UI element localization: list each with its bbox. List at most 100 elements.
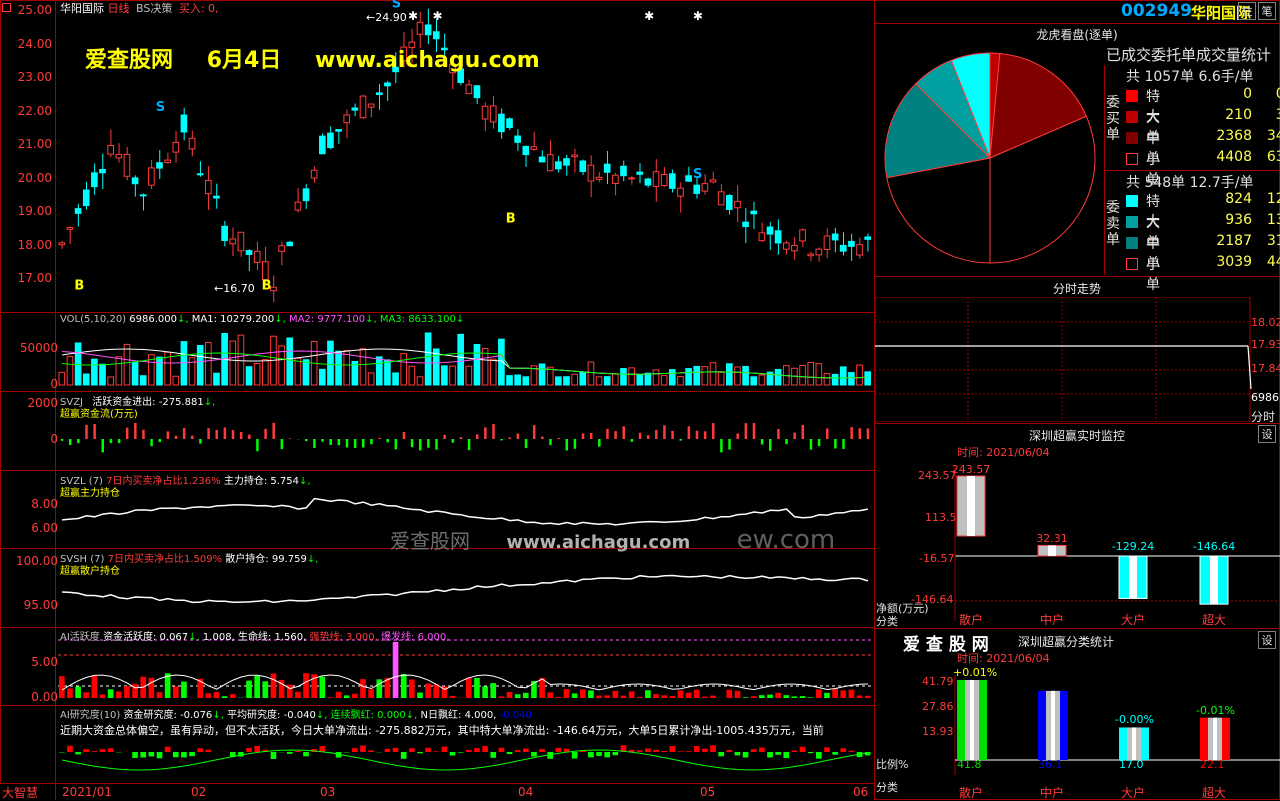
order-row-value: 824 [1188, 191, 1252, 207]
star-marker: ✱ [644, 9, 654, 23]
ai-research-bar [523, 749, 529, 752]
ai-bar [702, 697, 708, 698]
ai-bar [92, 676, 98, 698]
ai-research-bar [108, 748, 114, 752]
ai-axis-zero: 0.00 [2, 690, 58, 704]
ai-bar [629, 691, 635, 698]
classify-settings-button[interactable]: 设 [1258, 631, 1276, 649]
buy-signal: B [506, 211, 516, 226]
candle-body [181, 115, 187, 132]
intraday-axis-1: 18.02 [1251, 316, 1280, 329]
ai-research-bar [83, 749, 89, 752]
svzj-axis-zero: 0 [2, 432, 58, 446]
volume-bar [385, 360, 391, 385]
volume-bar [108, 377, 114, 385]
ai-research-bar [157, 752, 163, 758]
candle-body [547, 155, 553, 171]
monitor-bar-value: -146.64 [1192, 540, 1236, 553]
candle-body [100, 169, 106, 172]
volume-bar [100, 364, 106, 385]
ai-bar [149, 678, 155, 698]
star-marker: ✱ [408, 9, 418, 23]
volume-bar [515, 375, 521, 385]
candle-body [629, 178, 635, 179]
ai-bar [206, 693, 212, 698]
volume-bar [206, 343, 212, 385]
classify-bar-shine [1213, 718, 1217, 760]
classify-change: -0.01% [1196, 704, 1235, 717]
ai-research-bar [539, 749, 545, 752]
volume-bar [344, 350, 350, 385]
order-row-pct: 0% [1258, 86, 1280, 102]
candle-body [165, 160, 171, 162]
ai-research-bar [726, 750, 732, 752]
volume-bar [588, 362, 594, 385]
ai-bars [59, 642, 871, 698]
volume-header: VOL(5,10,20) 6986.000↓, MA1: 10279.200↓,… [60, 314, 464, 325]
candle-body [539, 157, 545, 162]
ai-bar [393, 642, 399, 698]
intraday-chart[interactable] [875, 297, 1280, 422]
pie-panel-subtitle: 已成交委托单成交量统计 [1106, 44, 1271, 65]
bar-mode-button[interactable]: 柱 [1238, 2, 1256, 20]
candle-body [214, 196, 220, 198]
candle-body [385, 83, 391, 86]
ai-research-comment: 近期大资金总体偏空，虽有异动，但不太活跃，今日大单净流出: -275.882万元… [60, 722, 875, 738]
color-swatch [1126, 90, 1138, 102]
ai-research-bar [792, 750, 798, 752]
ai-bar [580, 689, 586, 698]
svzl-subheader: 超赢主力持仓 [60, 484, 120, 499]
period-label: 日线 [108, 2, 130, 15]
candle-body [751, 211, 757, 214]
ai-bar [515, 694, 521, 698]
star-marker: ✱ [693, 9, 703, 23]
color-swatch [1126, 216, 1138, 228]
classify-title: 深圳超赢分类统计 [1018, 633, 1114, 650]
ai-bar [181, 682, 187, 698]
candle-body [222, 226, 228, 240]
candle-body [433, 32, 439, 39]
ai-bar [157, 692, 163, 698]
ai-research-bar [482, 746, 488, 752]
price-axis-label: 23.00 [2, 70, 52, 84]
color-swatch [1126, 258, 1138, 270]
candle-body [474, 86, 480, 98]
star-marker: ✱ [432, 9, 442, 23]
classify-cat-label: 分类 [876, 779, 898, 795]
volume-bar [629, 368, 635, 385]
ai-bar [645, 690, 651, 698]
ai-research-bar [604, 752, 610, 757]
candle-body [800, 230, 806, 241]
volume-bar [702, 367, 708, 385]
order-row-value: 210 [1188, 107, 1252, 123]
ai-research-bar [678, 751, 684, 752]
ai-research-bar [783, 752, 789, 758]
volume-bar [401, 354, 407, 385]
candle-body [775, 231, 781, 243]
monitor-settings-button[interactable]: 设 [1258, 425, 1276, 443]
order-pie-chart [880, 48, 1100, 268]
ai-bar [596, 696, 602, 698]
candle-body [531, 147, 537, 150]
ai-research-bar [442, 747, 448, 752]
price-axis-label: 22.00 [2, 104, 52, 118]
date-label-feb: 02 [191, 785, 206, 799]
volume-bar [319, 369, 325, 385]
candle-body [621, 166, 627, 175]
ai-bar [808, 697, 814, 698]
candle-body [783, 243, 789, 249]
intraday-title: 分时走势 [877, 280, 1277, 297]
candle-body [816, 249, 822, 255]
ai-bar [743, 697, 749, 698]
volume-bar [670, 370, 676, 385]
ai-research-bar [401, 752, 407, 759]
candle-body [564, 159, 570, 165]
ai-bar [254, 676, 260, 698]
ai-bar [588, 690, 594, 698]
pen-mode-button[interactable]: 笔 [1258, 2, 1276, 20]
candle-body [279, 246, 285, 252]
volume-bar [613, 374, 619, 385]
candle-body [425, 25, 431, 35]
monitor-cat-label: 分类 [876, 613, 898, 629]
volume-bar [83, 374, 89, 385]
